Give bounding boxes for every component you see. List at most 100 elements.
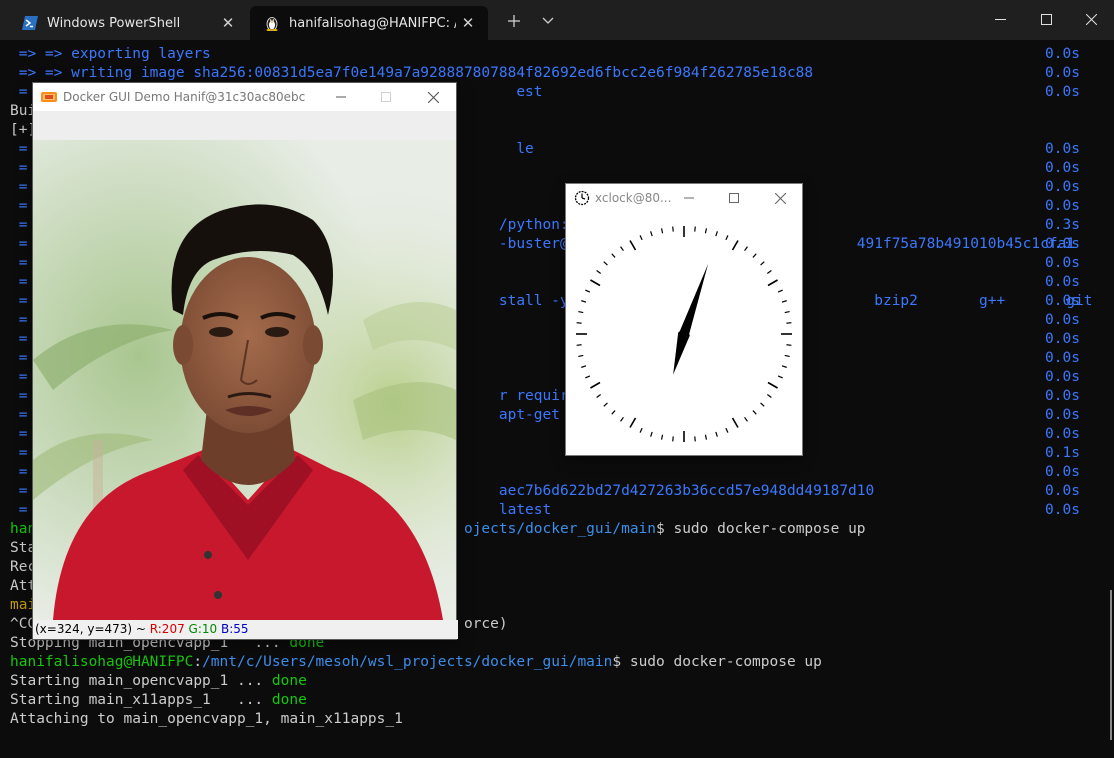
- maximize-icon: [1040, 13, 1052, 25]
- cursor-coords: (x=324, y=473) ~: [35, 622, 150, 636]
- clock-tick: [590, 381, 601, 389]
- step-duration: 0.0s: [1045, 255, 1080, 271]
- clock-tick: [590, 279, 601, 287]
- window-titlebar[interactable]: xclock@80...: [566, 184, 802, 212]
- terminal-text: $ sudo docker-compose up: [656, 521, 866, 537]
- clock-tick: [611, 253, 616, 258]
- step-duration: 0.0s: [1045, 331, 1080, 347]
- terminal-text: =: [10, 445, 28, 461]
- blue-value: B:55: [221, 622, 249, 636]
- close-window-button[interactable]: [1068, 0, 1114, 38]
- green-value: G:10: [188, 622, 218, 636]
- close-tab-icon[interactable]: ✕: [456, 14, 480, 32]
- terminal-text: $ sudo docker-compose up: [612, 654, 822, 670]
- clock-tick: [620, 416, 624, 422]
- window-title: Docker GUI Demo Hanif@31c30ac80ebc: [63, 90, 306, 104]
- tab-ubuntu-shell[interactable]: hanifalisohag@HANIFPC: /mnt/ ✕: [250, 6, 488, 40]
- clock-tick: [766, 270, 772, 274]
- clock-tick: [578, 310, 584, 314]
- terminal-text: done: [271, 692, 307, 708]
- terminal-text: =: [10, 160, 28, 176]
- terminal-text: => => exporting layers: [10, 46, 211, 62]
- step-duration: 0.3s: [1045, 217, 1080, 233]
- step-duration: 0.0s: [1045, 65, 1080, 81]
- minute-hand: [679, 264, 709, 344]
- clock-tick: [585, 289, 591, 293]
- clock-tick: [581, 365, 587, 368]
- clock-tick: [767, 381, 778, 389]
- terminal-text: =: [10, 274, 28, 290]
- step-duration: 0.1s: [1045, 445, 1080, 461]
- terminal-line: => => writing image sha256:00831d5ea7f0e…: [10, 64, 1114, 83]
- clock-tick: [744, 416, 748, 422]
- step-duration: 0.0s: [1045, 483, 1080, 499]
- terminal-text: :: [193, 654, 203, 670]
- maximize-button[interactable]: [714, 184, 754, 212]
- xclock-window[interactable]: xclock@80...: [566, 184, 802, 455]
- close-tab-icon[interactable]: ✕: [216, 14, 240, 32]
- maximize-icon: [729, 193, 739, 203]
- close-icon: [1085, 13, 1097, 25]
- step-duration: 0.0s: [1045, 179, 1080, 195]
- clock-tick: [578, 354, 584, 358]
- terminal-text: =: [10, 331, 28, 347]
- pixel-info-status: (x=324, y=473) ~ R:207 G:10 B:55: [33, 620, 458, 639]
- close-icon: [774, 192, 786, 204]
- app-icon: [41, 92, 57, 102]
- terminal-text: =: [10, 464, 28, 480]
- terminal-text: =: [10, 350, 28, 366]
- clock-tick: [620, 246, 624, 252]
- clock-tick: [777, 375, 783, 379]
- close-button[interactable]: [760, 184, 800, 212]
- clock-tick: [576, 344, 582, 346]
- terminal-line: hanifalisohag@HANIFPC:/mnt/c/Users/mesoh…: [10, 653, 1114, 672]
- close-button[interactable]: [413, 83, 453, 111]
- step-duration: 0.0s: [1045, 350, 1080, 366]
- tab-windows-powershell[interactable]: Windows PowerShell ✕: [8, 6, 248, 40]
- terminal-line: => => exporting layers 0.0s: [10, 45, 1114, 64]
- minimize-button[interactable]: [977, 0, 1023, 38]
- close-icon: [427, 91, 439, 103]
- clock-tick: [725, 235, 729, 241]
- clock-tick: [781, 300, 787, 303]
- minimize-button[interactable]: [669, 184, 709, 212]
- clock-tick: [650, 431, 653, 437]
- chevron-down-icon: [542, 17, 554, 24]
- window-title: xclock@80...: [595, 191, 672, 205]
- clock-tick: [766, 394, 772, 398]
- step-duration: 0.0s: [1045, 312, 1080, 328]
- window-titlebar[interactable]: Docker GUI Demo Hanif@31c30ac80ebc: [33, 83, 456, 111]
- tab-label: hanifalisohag@HANIFPC: /mnt/: [289, 15, 456, 31]
- maximize-button[interactable]: [366, 83, 406, 111]
- clock-tick: [672, 436, 674, 442]
- terminal-text: =: [10, 426, 28, 442]
- tab-dropdown-button[interactable]: [534, 6, 562, 36]
- clock-tick: [650, 231, 653, 237]
- step-duration: 0.0s: [1045, 369, 1080, 385]
- step-duration: 0.0s: [1045, 274, 1080, 290]
- new-tab-button[interactable]: [500, 6, 528, 36]
- clock-tick: [752, 253, 757, 258]
- clock-tick: [760, 402, 765, 407]
- step-duration: 0.0s: [1045, 426, 1080, 442]
- clock-tick: [786, 322, 792, 324]
- portrait-image[interactable]: [33, 140, 456, 620]
- minimize-button[interactable]: [321, 83, 361, 111]
- step-duration: 0.0s: [1045, 464, 1080, 480]
- clock-tick: [596, 270, 602, 274]
- terminal-scrollbar[interactable]: [1110, 590, 1112, 740]
- maximize-button[interactable]: [1023, 0, 1069, 38]
- terminal-text: /mnt/c/Users/mesoh/wsl_projects/docker_g…: [202, 654, 613, 670]
- minimize-icon: [336, 96, 346, 98]
- step-duration: 0.0s: [1045, 502, 1080, 518]
- clock-tick: [694, 436, 696, 442]
- step-duration: 0.0s: [1045, 293, 1080, 309]
- clock-tick: [603, 261, 608, 266]
- step-duration: 0.0s: [1045, 407, 1080, 423]
- clock-tick: [731, 417, 739, 428]
- docker-gui-window[interactable]: Docker GUI Demo Hanif@31c30ac80ebc (x=32…: [33, 83, 458, 639]
- plus-icon: [508, 15, 520, 27]
- step-duration: 0.0s: [1045, 160, 1080, 176]
- clock-tick: [639, 235, 643, 241]
- clock-tick: [629, 240, 637, 251]
